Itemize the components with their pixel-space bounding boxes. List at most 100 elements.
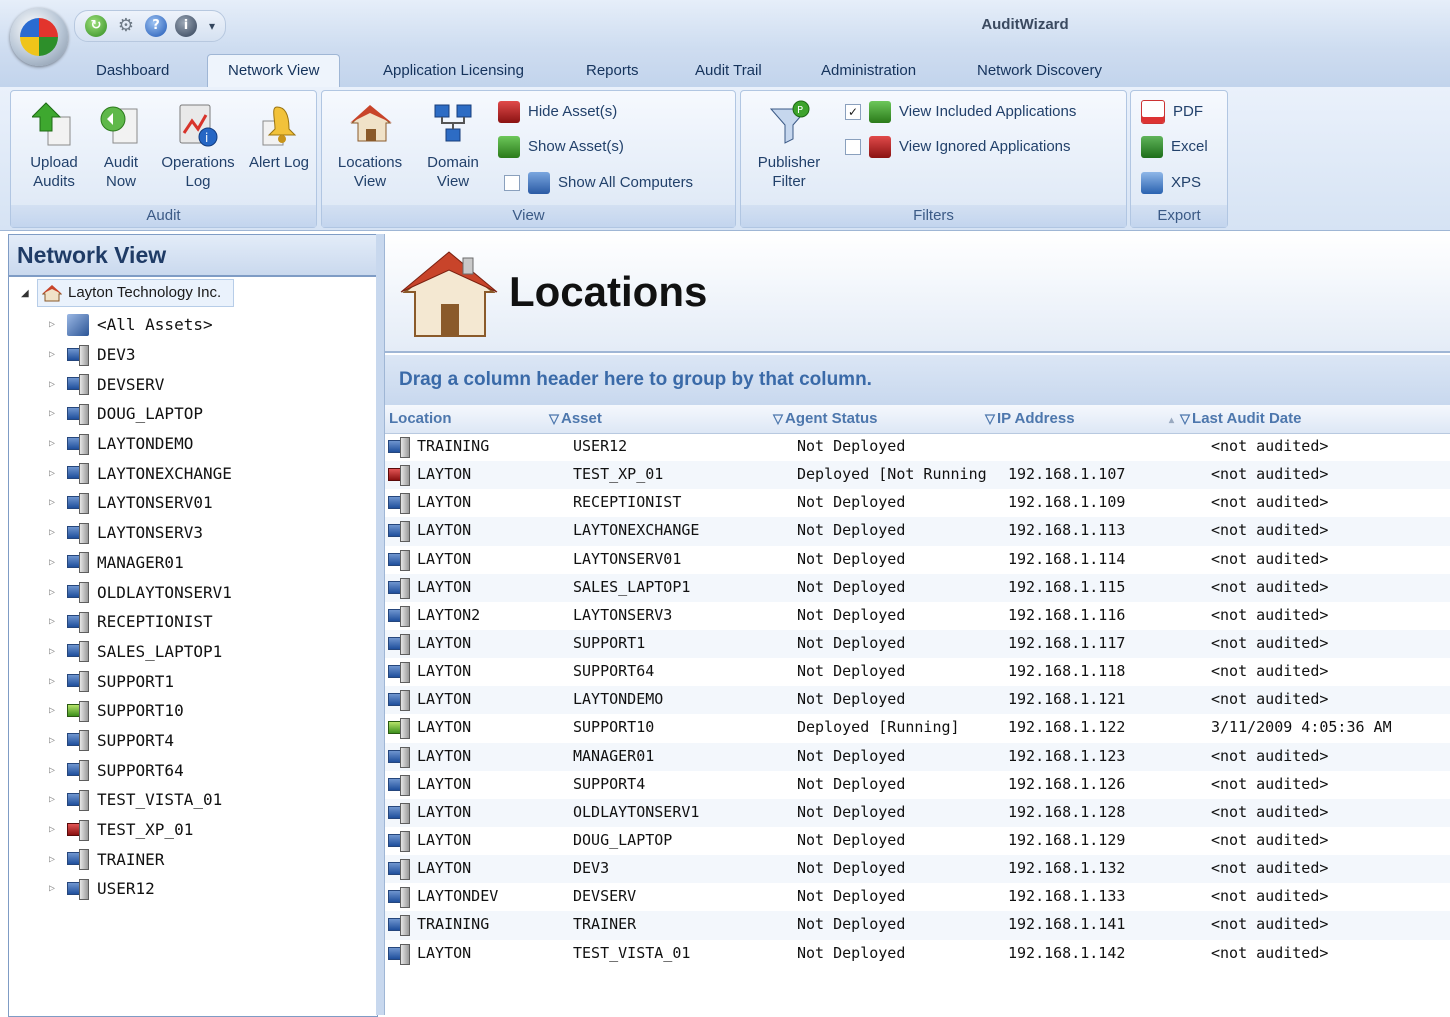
application-menu-button[interactable]	[10, 8, 68, 66]
tree-node[interactable]: ▷ USER12	[49, 874, 232, 904]
tree-node[interactable]: ▷ SUPPORT10	[49, 696, 232, 726]
tree-node[interactable]: ▷ SUPPORT64	[49, 755, 232, 785]
table-row[interactable]: LAYTON DOUG_LAPTOP Not Deployed 192.168.1.1…	[385, 827, 1450, 855]
table-row[interactable]: LAYTON SUPPORT4 Not Deployed 192.168.1.126 <…	[385, 771, 1450, 799]
view-included-applications-toggle[interactable]: ✓ View Included Applications	[845, 99, 1076, 125]
tab-application-licensing[interactable]: Application Licensing	[383, 62, 524, 79]
audit-now-button[interactable]: Audit Now	[91, 99, 151, 191]
table-row[interactable]: LAYTONDEV DEVSERV Not Deployed 192.168.1.13…	[385, 883, 1450, 911]
expand-arrow-icon[interactable]: ▷	[49, 705, 59, 716]
export-pdf-button[interactable]: PDF	[1141, 99, 1203, 125]
expand-arrow-icon[interactable]: ▷	[49, 527, 59, 538]
publisher-filter-button[interactable]: P Publisher Filter	[749, 99, 829, 191]
column-ip-address[interactable]: ▽ IP Address	[985, 410, 1075, 427]
show-all-computers-toggle[interactable]: Show All Computers	[504, 170, 693, 196]
tab-network-view[interactable]: Network View	[207, 54, 341, 88]
expand-arrow-icon[interactable]: ▷	[49, 794, 59, 805]
tree-node[interactable]: ▷ SUPPORT4	[49, 726, 232, 756]
expand-arrow-icon[interactable]: ▷	[49, 765, 59, 776]
operations-log-label: Operations Log	[161, 154, 235, 190]
export-excel-button[interactable]: Excel	[1141, 134, 1208, 160]
tree-node[interactable]: ▷ LAYTONSERV3	[49, 518, 232, 548]
table-row[interactable]: TRAINING TRAINER Not Deployed 192.168.1.141…	[385, 911, 1450, 940]
tree-node[interactable]: ▷ RECEPTIONIST	[49, 607, 232, 637]
expand-arrow-icon[interactable]: ▷	[49, 379, 59, 390]
tree-node[interactable]: ▷ OLDLAYTONSERV1	[49, 577, 232, 607]
filter-icon[interactable]: ▽	[549, 411, 559, 426]
view-ignored-applications-toggle[interactable]: View Ignored Applications	[845, 134, 1071, 160]
locations-view-button[interactable]: Locations View	[332, 99, 408, 191]
table-row[interactable]: LAYTON SALES_LAPTOP1 Not Deployed 192.168.1…	[385, 573, 1450, 602]
table-row[interactable]: LAYTON DEV3 Not Deployed 192.168.1.132 <not …	[385, 855, 1450, 884]
table-row[interactable]: LAYTON SUPPORT10 Deployed [Running] 192.168…	[385, 714, 1450, 742]
show-assets-button[interactable]: Show Asset(s)	[498, 134, 624, 160]
table-row[interactable]: LAYTON2 LAYTONSERV3 Not Deployed 192.168.1.…	[385, 602, 1450, 630]
expand-arrow-icon[interactable]: ▷	[49, 646, 59, 657]
filter-icon[interactable]: ▽	[1180, 411, 1190, 426]
operations-log-button[interactable]: i Operations Log	[153, 99, 243, 191]
tree-node[interactable]: ▷ LAYTONEXCHANGE	[49, 458, 232, 488]
table-row[interactable]: LAYTON LAYTONSERV01 Not Deployed 192.168.1.…	[385, 546, 1450, 574]
tab-reports[interactable]: Reports	[586, 62, 639, 79]
expand-arrow-icon[interactable]: ▷	[49, 616, 59, 627]
expand-arrow-icon[interactable]: ▷	[49, 408, 59, 419]
domain-view-button[interactable]: Domain View	[418, 99, 488, 191]
tree-node[interactable]: ▷ SALES_LAPTOP1	[49, 637, 232, 667]
table-row[interactable]: LAYTON SUPPORT64 Not Deployed 192.168.1.118…	[385, 658, 1450, 686]
table-row[interactable]: LAYTON LAYTONEXCHANGE Not Deployed 192.168.…	[385, 517, 1450, 546]
table-row[interactable]: LAYTON RECEPTIONIST Not Deployed 192.168.1.…	[385, 489, 1450, 517]
expand-arrow-icon[interactable]: ▷	[49, 468, 59, 479]
table-row[interactable]: LAYTON LAYTONDEMO Not Deployed 192.168.1.12…	[385, 686, 1450, 715]
tab-administration[interactable]: Administration	[821, 62, 916, 79]
expand-arrow-icon[interactable]: ▷	[49, 587, 59, 598]
table-row[interactable]: LAYTON OLDLAYTONSERV1 Not Deployed 192.168.…	[385, 798, 1450, 827]
tree-node[interactable]: ▷ <All Assets>	[49, 310, 232, 340]
alert-log-button[interactable]: Alert Log	[245, 99, 313, 172]
view-included-checkbox[interactable]: ✓	[845, 104, 861, 120]
tab-audit-trail[interactable]: Audit Trail	[695, 62, 762, 79]
table-row[interactable]: LAYTON MANAGER01 Not Deployed 192.168.1.123…	[385, 742, 1450, 771]
table-row[interactable]: LAYTON TEST_XP_01 Deployed [Not Running 192…	[385, 461, 1450, 490]
tree-node[interactable]: ▷ SUPPORT1	[49, 666, 232, 696]
tree-node[interactable]: ▷ DEVSERV	[49, 369, 232, 399]
tab-dashboard[interactable]: Dashboard	[96, 62, 169, 79]
expand-arrow-icon[interactable]: ▷	[49, 557, 59, 568]
view-ignored-checkbox[interactable]	[845, 139, 861, 155]
expand-arrow-icon[interactable]: ▷	[49, 438, 59, 449]
table-row[interactable]: LAYTON SUPPORT1 Not Deployed 192.168.1.117 <…	[385, 629, 1450, 659]
expand-arrow-icon[interactable]: ▷	[49, 854, 59, 865]
table-row[interactable]: TRAINING USER12 Not Deployed <not audited>	[385, 433, 1450, 461]
tree-node[interactable]: ▷ DOUG_LAPTOP	[49, 399, 232, 429]
filter-icon[interactable]: ▽	[985, 411, 995, 426]
tree-root-node[interactable]: Layton Technology Inc.	[37, 279, 235, 307]
tree-node[interactable]: ▷ MANAGER01	[49, 548, 232, 578]
column-asset[interactable]: ▽ Asset	[549, 410, 602, 427]
group-by-area[interactable]: Drag a column header here to group by th…	[385, 355, 1450, 405]
upload-audits-button[interactable]: Upload Audits	[19, 99, 89, 191]
collapse-arrow-icon[interactable]: ◢	[21, 288, 31, 299]
tree-node[interactable]: ▷ DEV3	[49, 340, 232, 370]
tree-node[interactable]: ▷ LAYTONSERV01	[49, 488, 232, 518]
expand-arrow-icon[interactable]: ▷	[49, 497, 59, 508]
column-location[interactable]: Location	[389, 410, 452, 427]
panel-splitter[interactable]	[376, 234, 384, 1015]
expand-arrow-icon[interactable]: ▷	[49, 676, 59, 687]
tree-node[interactable]: ▷ LAYTONDEMO	[49, 429, 232, 459]
expand-arrow-icon[interactable]: ▷	[49, 319, 59, 330]
show-all-computers-checkbox[interactable]	[504, 175, 520, 191]
tab-network-discovery[interactable]: Network Discovery	[977, 62, 1102, 79]
export-xps-button[interactable]: XPS	[1141, 170, 1201, 196]
tree-node[interactable]: ▷ TEST_VISTA_01	[49, 785, 232, 815]
tree-node[interactable]: ▷ TRAINER	[49, 844, 232, 874]
hide-assets-button[interactable]: Hide Asset(s)	[498, 99, 617, 125]
table-row[interactable]: LAYTON TEST_VISTA_01 Not Deployed 192.168.1…	[385, 940, 1450, 968]
column-agent-status[interactable]: ▽ Agent Status	[773, 410, 878, 427]
tree-node[interactable]: ▷ TEST_XP_01	[49, 815, 232, 845]
tree-root[interactable]: ◢ Layton Technology Inc.	[21, 279, 235, 307]
column-last-audit-date[interactable]: ▴ ▽ Last Audit Date	[1169, 410, 1301, 427]
expand-arrow-icon[interactable]: ▷	[49, 735, 59, 746]
filter-icon[interactable]: ▽	[773, 411, 783, 426]
expand-arrow-icon[interactable]: ▷	[49, 824, 59, 835]
expand-arrow-icon[interactable]: ▷	[49, 349, 59, 360]
expand-arrow-icon[interactable]: ▷	[49, 883, 59, 894]
